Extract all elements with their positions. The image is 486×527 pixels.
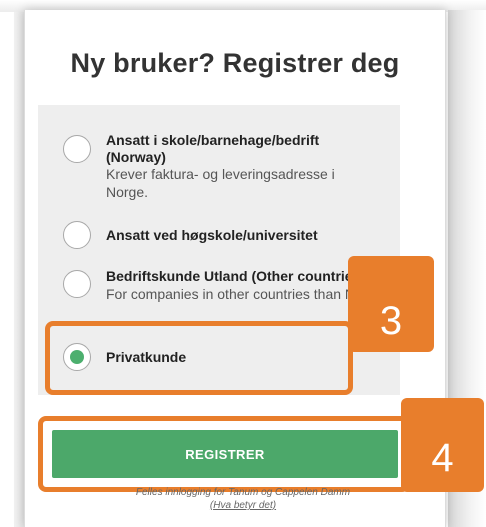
page-title: Ny bruker? Registrer deg bbox=[70, 48, 400, 78]
option-university-employee[interactable]: Ansatt ved høgskole/universitet bbox=[38, 217, 400, 257]
callout-highlight-register bbox=[38, 416, 410, 492]
callout-badge-4: 4 bbox=[401, 398, 484, 492]
callout-highlight-privatkunde bbox=[45, 321, 353, 395]
footer-info-text: Felles innlogging for Tanum og Cappelen … bbox=[135, 487, 351, 498]
callout-badge-3: 3 bbox=[348, 256, 434, 352]
option-title: Ansatt ved høgskole/universitet bbox=[106, 227, 318, 243]
option-description: Krever faktura- og leveringsadresse i No… bbox=[106, 166, 335, 200]
radio-button[interactable] bbox=[63, 270, 91, 298]
radio-button[interactable] bbox=[63, 135, 91, 163]
radio-button[interactable] bbox=[63, 221, 91, 249]
option-foreign-business[interactable]: Bedriftskunde Utland (Other countries) F… bbox=[38, 263, 400, 319]
option-title: Ansatt i skole/barnehage/bedrift bbox=[106, 132, 320, 148]
footer-help-link[interactable]: (Hva betyr det) bbox=[0, 500, 486, 511]
option-title-line2: (Norway) bbox=[106, 149, 166, 165]
option-school-employee[interactable]: Ansatt i skole/barnehage/bedrift (Norway… bbox=[38, 125, 400, 207]
